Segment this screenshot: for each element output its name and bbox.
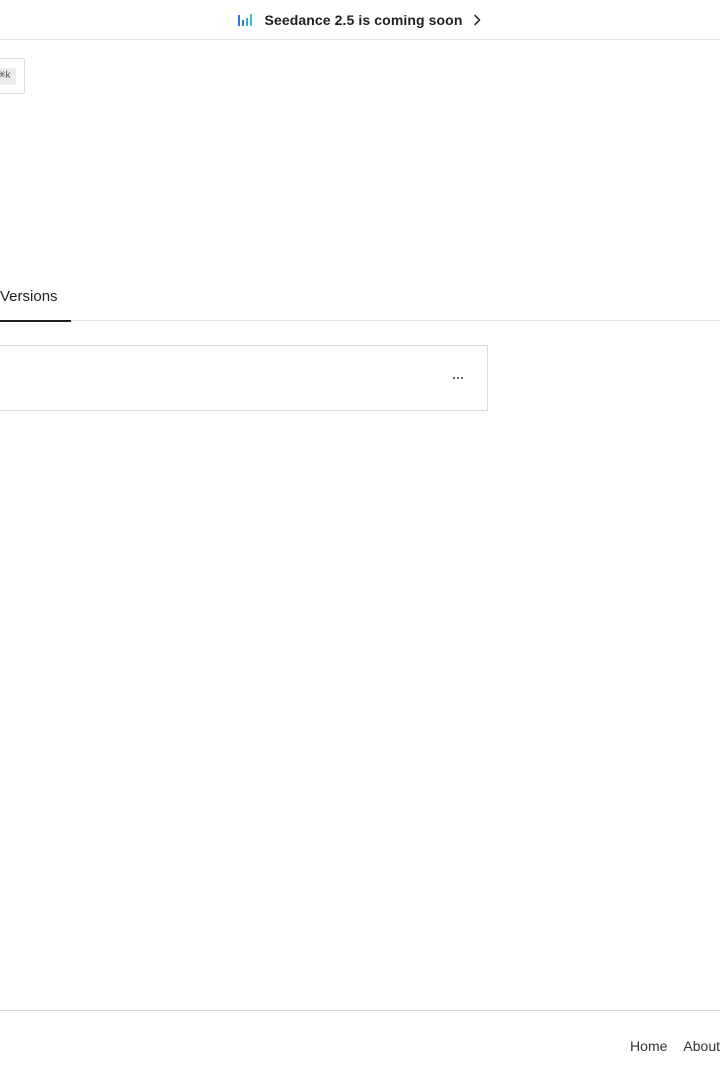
keyboard-shortcut-badge: ⌘k [0,68,16,85]
footer: Home About [0,1010,720,1080]
footer-link-about[interactable]: About [683,1038,720,1054]
bars-chart-icon [237,13,252,26]
ellipsis-icon[interactable] [447,368,469,388]
announcement-banner: Seedance 2.5 is coming soon [0,0,720,40]
chevron-right-icon [473,14,483,26]
announcement-link[interactable]: Seedance 2.5 is coming soon [237,11,483,28]
announcement-text: Seedance 2.5 is coming soon [264,11,463,28]
footer-link-home[interactable]: Home [630,1038,667,1054]
version-card[interactable] [0,345,488,411]
tab-bar: Versions [0,280,720,322]
search-input[interactable]: ⌘k [0,58,25,94]
active-tab-indicator [0,320,71,322]
tab-label: Versions [0,288,58,305]
tab-versions[interactable]: Versions [0,280,71,322]
page: Seedance 2.5 is coming soon ⌘k Versions … [0,0,720,1080]
footer-nav: Home About [630,1038,720,1054]
